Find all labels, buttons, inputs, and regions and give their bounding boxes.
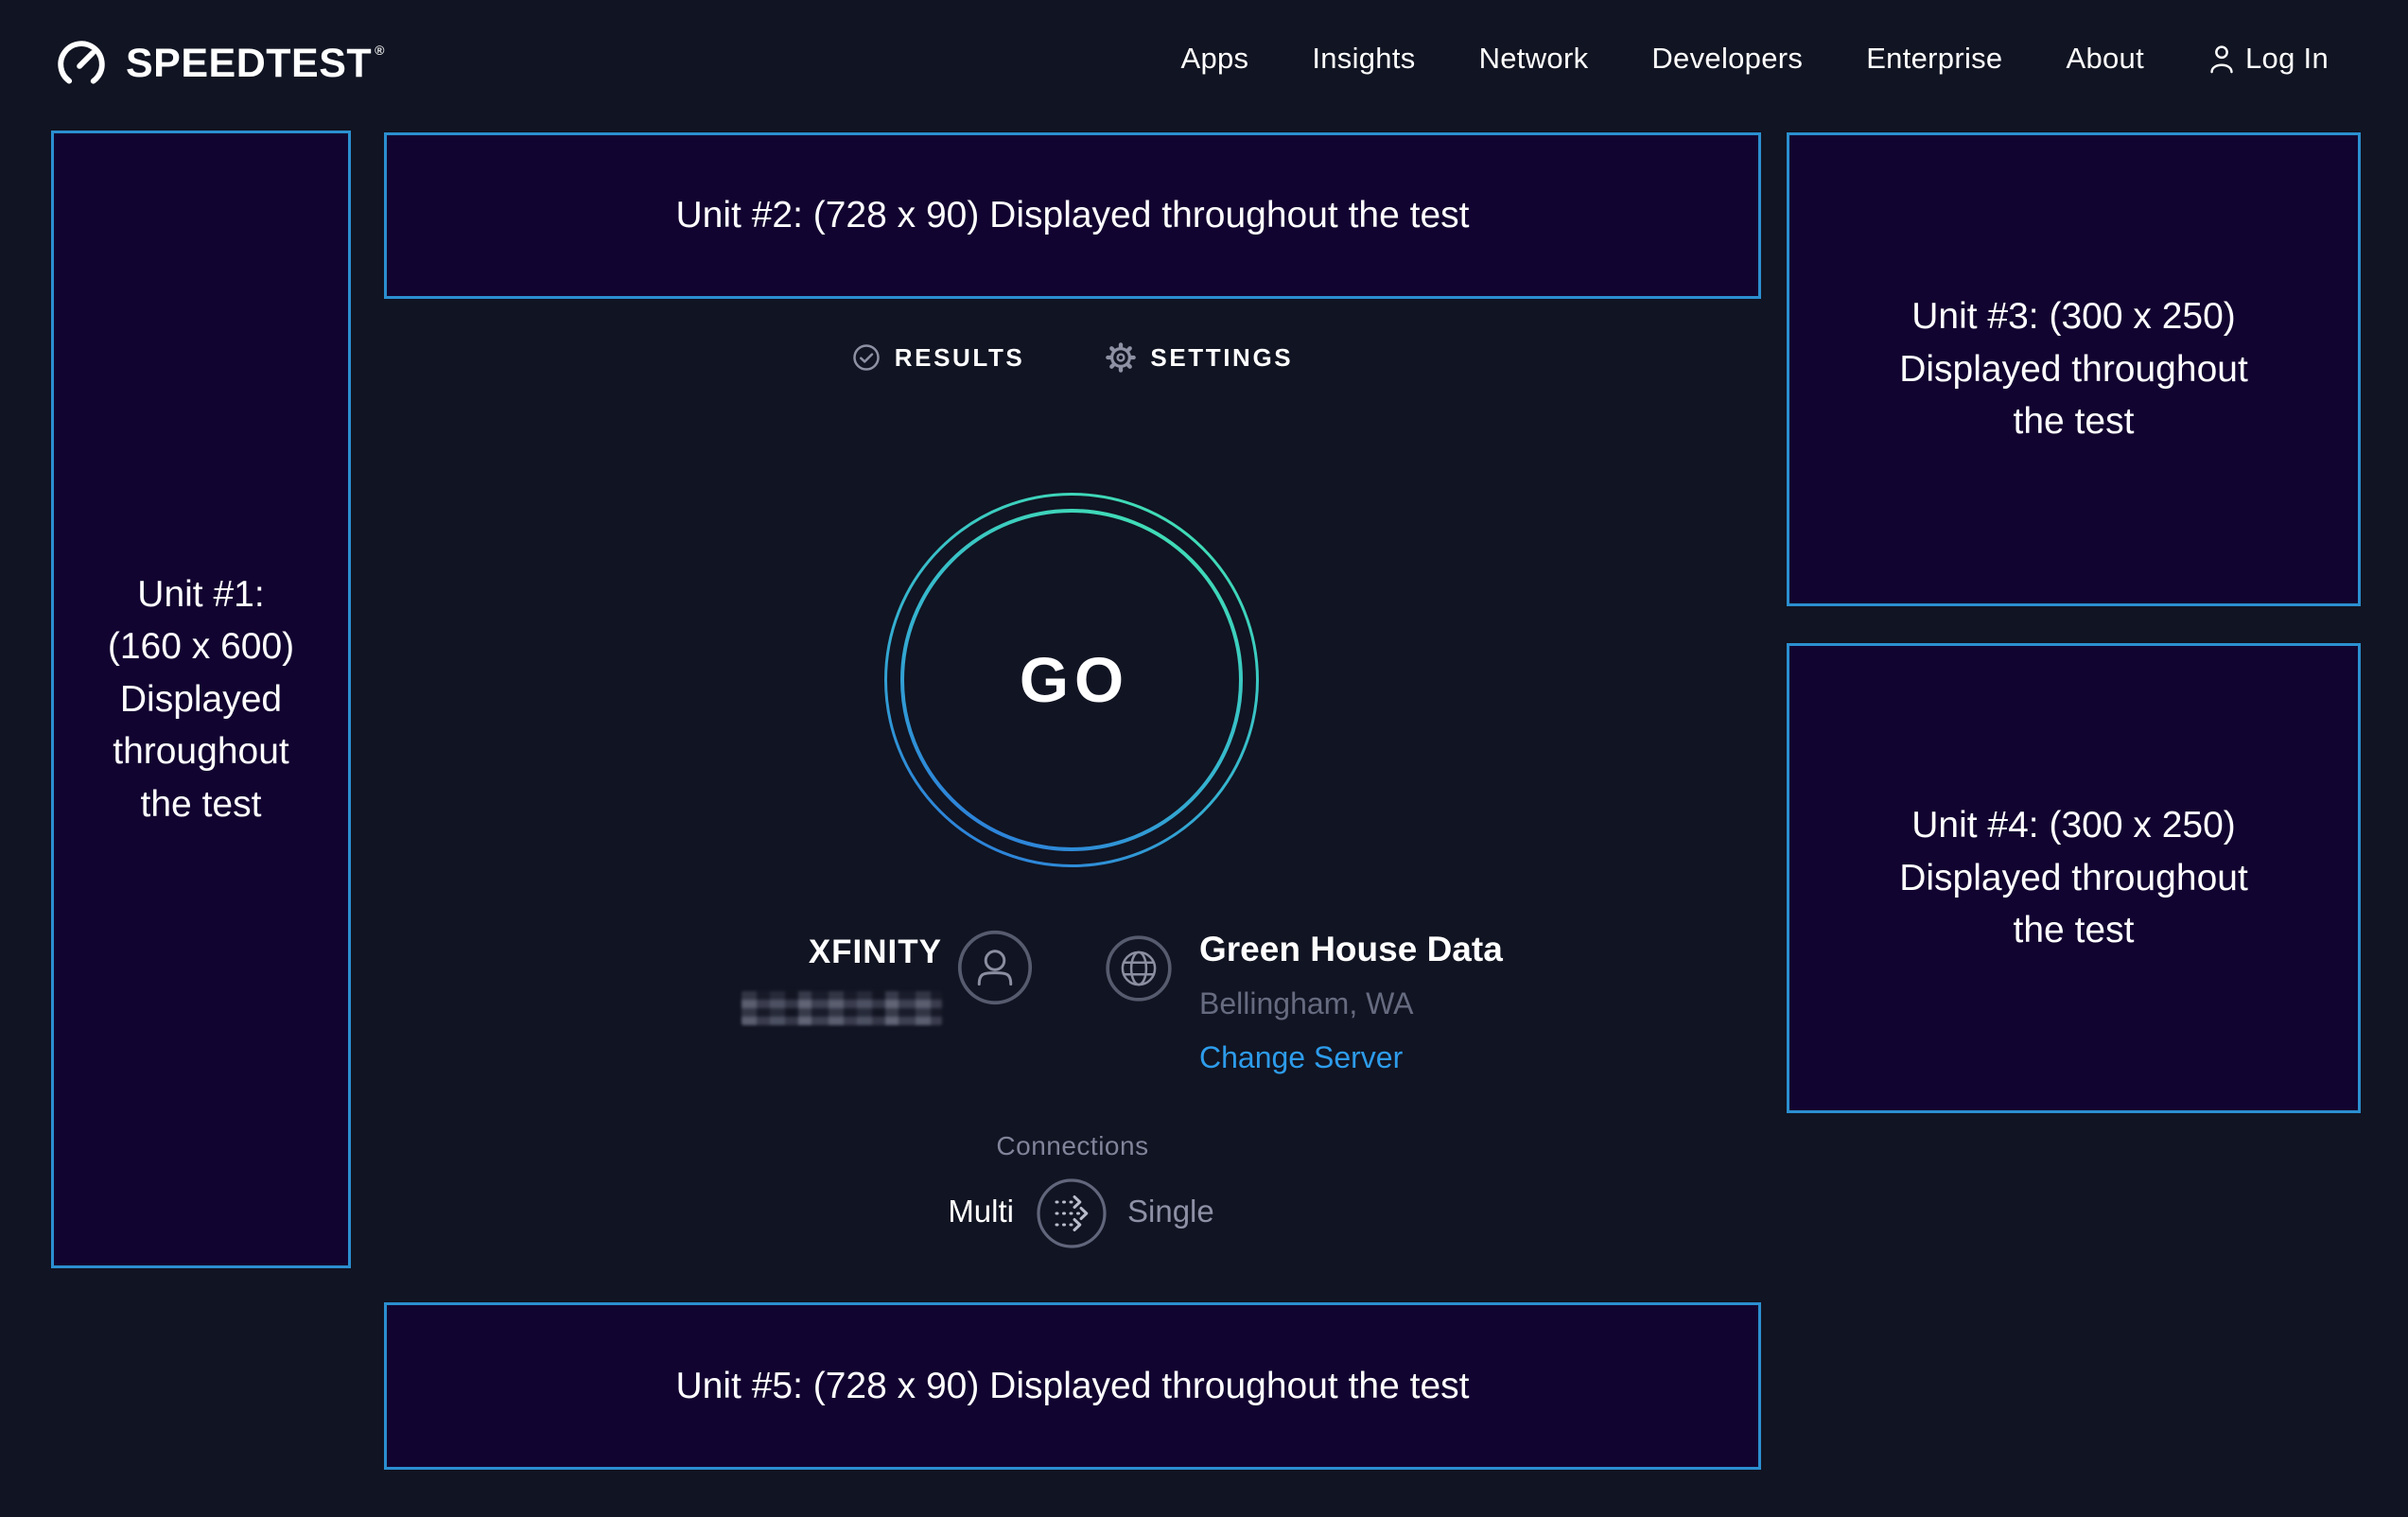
settings-label: SETTINGS	[1150, 343, 1293, 373]
results-label: RESULTS	[895, 343, 1025, 373]
ad-unit-5-label: Unit #5: (728 x 90) Displayed throughout…	[676, 1360, 1470, 1412]
ad-unit-2[interactable]: Unit #2: (728 x 90) Displayed throughout…	[384, 132, 1761, 299]
nav-item-apps[interactable]: Apps	[1180, 42, 1248, 76]
tab-results[interactable]: RESULTS	[852, 342, 1025, 373]
gear-icon	[1106, 342, 1136, 373]
nav-item-developers[interactable]: Developers	[1651, 42, 1803, 76]
connection-mode-toggle[interactable]	[1035, 1177, 1108, 1250]
login-label: Log In	[2245, 42, 2329, 76]
logo-wordmark: SPEEDTEST ®	[126, 41, 385, 87]
main-nav: Apps Insights Network Developers Enterpr…	[1180, 42, 2329, 76]
nav-item-network[interactable]: Network	[1479, 42, 1589, 76]
go-button[interactable]: GO	[882, 491, 1261, 869]
isp-name: XFINITY	[696, 933, 942, 971]
view-tabs: RESULTS SETTINGS	[384, 342, 1761, 373]
redacted-ip	[742, 991, 942, 1025]
connection-mode-multi[interactable]: Multi	[832, 1194, 1014, 1229]
server-location: Bellingham, WA	[1199, 986, 1503, 1021]
go-label: GO	[882, 491, 1261, 869]
ad-unit-3-label: Unit #3: (300 x 250) Displayed throughou…	[1899, 290, 2248, 447]
gauge-icon	[52, 34, 111, 93]
server-info: Green House Data Bellingham, WA Change S…	[1199, 930, 1503, 1075]
nav-item-insights[interactable]: Insights	[1312, 42, 1415, 76]
logo-trademark: ®	[375, 43, 385, 58]
ad-unit-4[interactable]: Unit #4: (300 x 250) Displayed throughou…	[1787, 643, 2361, 1113]
server-name: Green House Data	[1199, 930, 1503, 969]
ad-unit-1-label: Unit #1: (160 x 600) Displayed throughou…	[108, 568, 294, 830]
ad-unit-4-label: Unit #4: (300 x 250) Displayed throughou…	[1899, 799, 2248, 956]
speedtest-page: SPEEDTEST ® Apps Insights Network Develo…	[0, 0, 2408, 1517]
connections-label: Connections	[384, 1131, 1761, 1161]
login-button[interactable]: Log In	[2207, 42, 2329, 76]
nav-item-about[interactable]: About	[2066, 42, 2144, 76]
ad-unit-1[interactable]: Unit #1: (160 x 600) Displayed throughou…	[51, 131, 351, 1268]
tab-settings[interactable]: SETTINGS	[1106, 342, 1293, 373]
check-circle-icon	[852, 343, 881, 372]
server-globe-icon	[1105, 934, 1173, 1003]
ad-unit-2-label: Unit #2: (728 x 90) Displayed throughout…	[676, 189, 1470, 241]
connection-mode-single[interactable]: Single	[1127, 1194, 1214, 1229]
change-server-link[interactable]: Change Server	[1199, 1040, 1403, 1075]
logo-text: SPEEDTEST	[126, 41, 372, 87]
speedtest-logo[interactable]: SPEEDTEST ®	[52, 34, 385, 93]
user-icon	[2207, 44, 2236, 74]
nav-item-enterprise[interactable]: Enterprise	[1866, 42, 2002, 76]
isp-user-icon	[957, 930, 1033, 1005]
ad-unit-3[interactable]: Unit #3: (300 x 250) Displayed throughou…	[1787, 132, 2361, 606]
ad-unit-5[interactable]: Unit #5: (728 x 90) Displayed throughout…	[384, 1302, 1761, 1470]
